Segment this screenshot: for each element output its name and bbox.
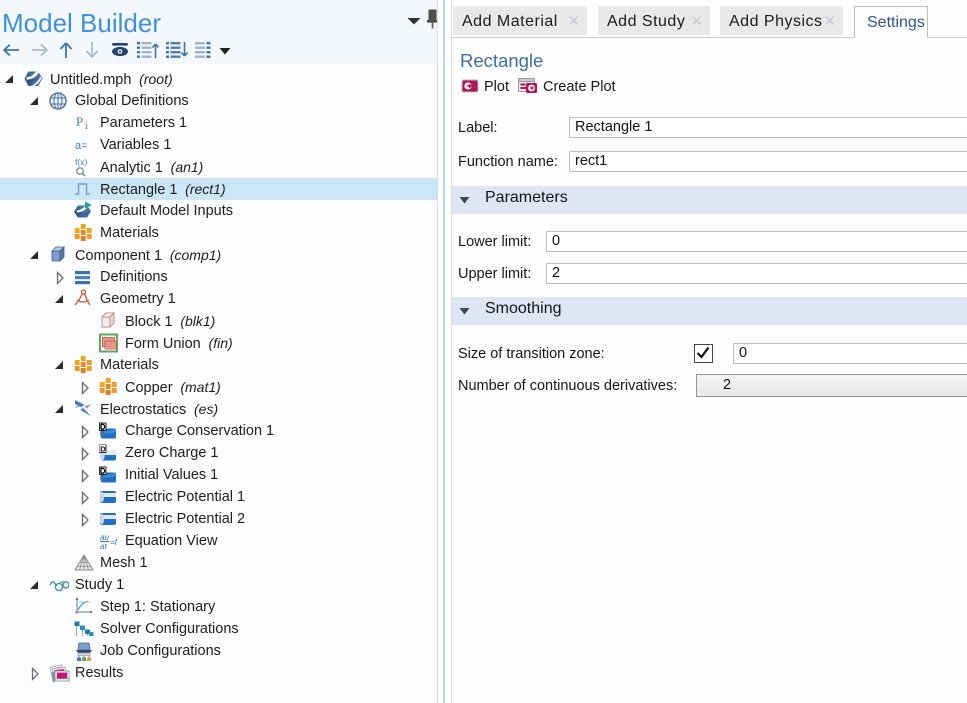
svg-text:D: D bbox=[100, 445, 106, 454]
svg-text:P: P bbox=[76, 114, 83, 129]
svg-text:i: i bbox=[85, 121, 88, 132]
svg-text:a=: a= bbox=[75, 140, 88, 152]
svg-text:at: at bbox=[100, 542, 107, 550]
svg-text:f(x): f(x) bbox=[75, 157, 87, 167]
svg-text:au: au bbox=[100, 533, 109, 542]
svg-text:=f: =f bbox=[110, 538, 118, 547]
